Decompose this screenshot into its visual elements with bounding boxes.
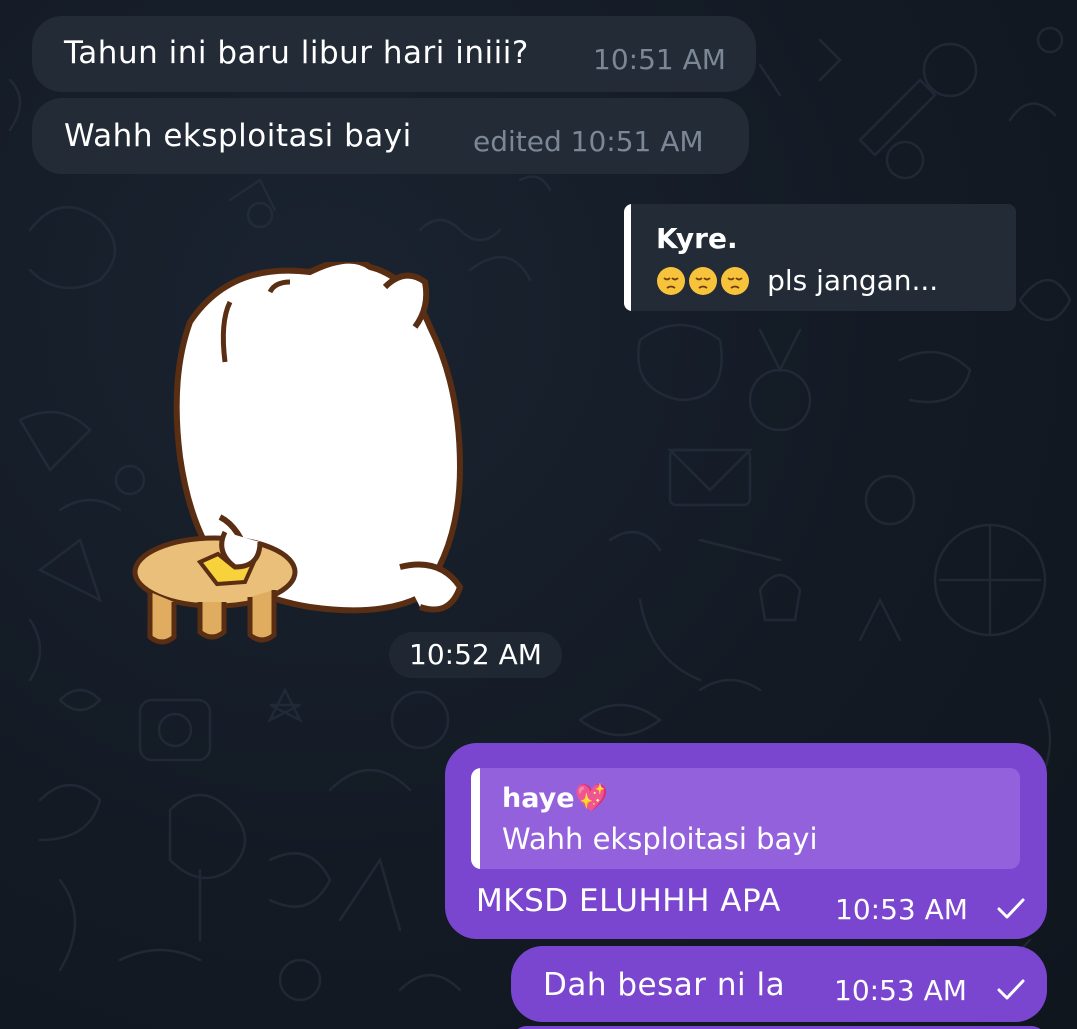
message-text: Tahun ini baru libur hari iniii? [64, 35, 529, 71]
reply-preview[interactable]: Kyre. pls jangan... [624, 204, 1016, 311]
message-time: 10:51 AM [593, 43, 726, 76]
pensive-face-icon [689, 267, 717, 295]
quote-bar [471, 768, 480, 869]
reply-sender-name: Kyre. [656, 222, 738, 255]
check-icon [997, 898, 1025, 919]
sticker-time: 10:52 AM [389, 632, 562, 678]
check-icon [997, 979, 1025, 1000]
reply-bar [624, 204, 631, 311]
pensive-face-icon [657, 267, 685, 295]
message-text: Dah besar ni la [543, 967, 786, 1003]
pensive-face-icon [721, 267, 749, 295]
message-text: MKSD ELUHHH APA [476, 883, 781, 919]
quote-sender-name: haye💖 [502, 783, 609, 814]
message-text: Wahh eksploitasi bayi [64, 118, 412, 154]
incoming-message[interactable]: Tahun ini baru libur hari iniii? 10:51 A… [32, 16, 756, 92]
cat-sticker[interactable] [130, 262, 490, 652]
message-time: 10:53 AM [835, 893, 968, 926]
reply-message-text: pls jangan... [767, 264, 939, 297]
message-time: 10:53 AM [834, 974, 967, 1007]
quoted-message[interactable]: haye💖 Wahh eksploitasi bayi [471, 768, 1020, 869]
quote-text: Wahh eksploitasi bayi [502, 822, 818, 856]
incoming-message[interactable]: Wahh eksploitasi bayi edited 10:51 AM [32, 98, 749, 174]
reply-content: pls jangan... [656, 264, 938, 297]
outgoing-message[interactable]: Dah besar ni la 10:53 AM [511, 946, 1047, 1022]
message-edited-time: edited 10:51 AM [473, 125, 704, 158]
chat-area[interactable]: Tahun ini baru libur hari iniii? 10:51 A… [0, 0, 1077, 1029]
